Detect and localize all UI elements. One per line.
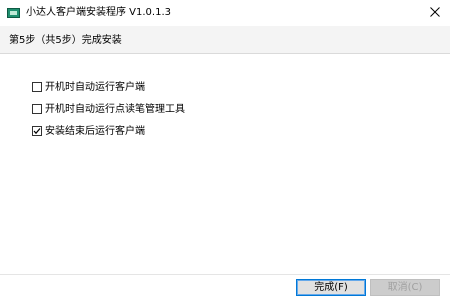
finish-button[interactable]: 完成(F): [296, 279, 366, 296]
cancel-button[interactable]: 取消(C): [370, 279, 440, 296]
option-autorun-client[interactable]: 开机时自动运行客户端: [32, 80, 185, 94]
option-label: 安装结束后运行客户端: [45, 125, 145, 137]
step-title: 第5步（共5步）完成安装: [9, 35, 122, 46]
autorun-pen-tool-checkbox[interactable]: [32, 104, 42, 114]
autorun-client-checkbox[interactable]: [32, 82, 42, 92]
option-label: 开机时自动运行点读笔管理工具: [45, 103, 185, 115]
app-icon: [7, 8, 20, 18]
checkmark-icon: [33, 128, 41, 135]
bottom-divider: [0, 274, 450, 275]
option-autorun-pen-tool[interactable]: 开机时自动运行点读笔管理工具: [32, 102, 185, 116]
close-button[interactable]: [420, 0, 450, 24]
option-label: 开机时自动运行客户端: [45, 81, 145, 93]
option-run-after-install[interactable]: 安装结束后运行客户端: [32, 124, 185, 138]
step-header: 第5步（共5步）完成安装: [0, 26, 450, 54]
installer-window: 小达人客户端安装程序 V1.0.1.3 第5步（共5步）完成安装 开机时自动运行…: [0, 0, 450, 300]
close-icon: [430, 7, 440, 17]
title-bar: 小达人客户端安装程序 V1.0.1.3: [0, 0, 450, 26]
window-title: 小达人客户端安装程序 V1.0.1.3: [26, 7, 172, 18]
run-after-install-checkbox[interactable]: [32, 126, 42, 136]
options-list: 开机时自动运行客户端 开机时自动运行点读笔管理工具 安装结束后运行客户端: [32, 80, 185, 146]
